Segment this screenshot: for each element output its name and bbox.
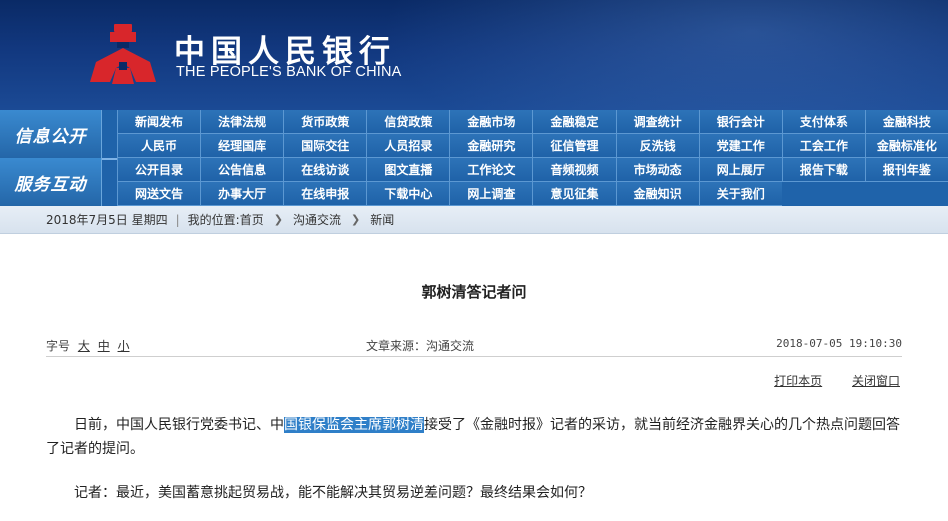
breadcrumb-home-link[interactable]: 首页 — [240, 211, 264, 228]
site-header: 中国人民银行 THE PEOPLE'S BANK OF CHINA — [0, 0, 948, 110]
article-meta: 字号 大 中 小 文章来源：沟通交流 2018-07-05 19:10:30 — [46, 331, 902, 357]
nav-item-group1-14[interactable]: 金融研究 — [449, 134, 533, 158]
nav-item-group2-6[interactable]: 市场动态 — [615, 158, 699, 182]
brand-name-en: THE PEOPLE'S BANK OF CHINA — [176, 64, 402, 80]
font-size-controls: 字号 大 中 小 — [46, 337, 130, 354]
selected-text-highlight: 国银保监会主席郭树清 — [284, 417, 424, 433]
nav-item-group1-9[interactable]: 金融科技 — [864, 110, 948, 134]
nav-item-group1-6[interactable]: 调查统计 — [615, 110, 699, 134]
font-size-small-link[interactable]: 小 — [118, 339, 130, 353]
print-page-link[interactable]: 打印本页 — [774, 374, 822, 388]
chevron-right-icon: ❯ — [273, 213, 283, 226]
chevron-right-icon: ❯ — [350, 213, 361, 226]
nav-group-title-info: 信息公开 — [0, 110, 102, 158]
nav-item-group1-16[interactable]: 反洗钱 — [615, 134, 699, 158]
breadcrumb-communication-link[interactable]: 沟通交流 — [293, 211, 341, 228]
nav-item-group1-18[interactable]: 工会工作 — [781, 134, 865, 158]
nav-item-group1-13[interactable]: 人员招录 — [366, 134, 450, 158]
nav-item-group1-4[interactable]: 金融市场 — [449, 110, 533, 134]
nav-item-group2-7[interactable]: 网上展厅 — [698, 158, 782, 182]
nav-item-group1-19[interactable]: 金融标准化 — [864, 134, 948, 158]
nav-group-title-service: 服务互动 — [0, 158, 102, 206]
breadcrumb: 2018年7月5日 星期四 | 我的位置: 首页 ❯ 沟通交流 ❯ 新闻 — [0, 206, 948, 234]
article-datetime: 2018-07-05 19:10:30 — [776, 337, 902, 350]
nav-item-group2-0[interactable]: 公开目录 — [117, 158, 201, 182]
nav-item-group2-13[interactable]: 下载中心 — [366, 182, 450, 206]
nav-item-group2-17[interactable]: 关于我们 — [698, 182, 782, 206]
font-size-label: 字号 — [46, 339, 71, 353]
nav-item-group1-17[interactable]: 党建工作 — [698, 134, 782, 158]
nav-item-group1-0[interactable]: 新闻发布 — [117, 110, 201, 134]
article-paragraph: 日前，中国人民银行党委书记、中国银保监会主席郭树清接受了《金融时报》记者的采访，… — [46, 413, 906, 461]
nav-item-group1-1[interactable]: 法律法规 — [200, 110, 284, 134]
spacer — [0, 234, 948, 250]
nav-item-group2-15[interactable]: 意见征集 — [532, 182, 616, 206]
nav-item-group2-14[interactable]: 网上调查 — [449, 182, 533, 206]
breadcrumb-news-link[interactable]: 新闻 — [370, 211, 394, 228]
nav-item-group2-1[interactable]: 公告信息 — [200, 158, 284, 182]
nav-item-group2-4[interactable]: 工作论文 — [449, 158, 533, 182]
nav-item-group2-2[interactable]: 在线访谈 — [283, 158, 367, 182]
separator: | — [175, 212, 180, 227]
current-date: 2018年7月5日 星期四 — [46, 213, 168, 227]
nav-item-group1-15[interactable]: 征信管理 — [532, 134, 616, 158]
font-size-large-link[interactable]: 大 — [78, 339, 90, 353]
nav-item-group2-9[interactable]: 报刊年鉴 — [864, 158, 948, 182]
location-label: 我的位置: — [187, 213, 240, 227]
nav-item-group1-5[interactable]: 金融稳定 — [532, 110, 616, 134]
nav-group-service: 服务互动 公开目录 公告信息 在线访谈 图文直播 工作论文 音频视频 市场动态 网上展厅 报告下… — [0, 158, 948, 206]
nav-item-group1-11[interactable]: 经理国库 — [200, 134, 284, 158]
pboc-logo-icon[interactable] — [86, 22, 160, 90]
font-size-medium-link[interactable]: 中 — [98, 339, 110, 353]
nav-item-group1-10[interactable]: 人民币 — [117, 134, 201, 158]
nav-item-group2-8[interactable]: 报告下载 — [781, 158, 865, 182]
paragraph-text: 日前，中国人民银行党委书记、中 — [74, 417, 284, 433]
nav-grid-info: 新闻发布 法律法规 货币政策 信贷政策 金融市场 金融稳定 调查统计 银行会计 支付体系 金融科技… — [117, 110, 948, 158]
nav-item-group1-3[interactable]: 信贷政策 — [366, 110, 450, 134]
nav-item-group2-11[interactable]: 办事大厅 — [200, 182, 284, 206]
article-source: 文章来源：沟通交流 — [366, 339, 475, 353]
nav-item-group2-5[interactable]: 音频视频 — [532, 158, 616, 182]
article-actions: 打印本页 关闭窗口 — [748, 372, 900, 389]
nav-item-group2-3[interactable]: 图文直播 — [366, 158, 450, 182]
nav-item-group2-10[interactable]: 网送文告 — [117, 182, 201, 206]
nav-item-group1-12[interactable]: 国际交往 — [283, 134, 367, 158]
main-navigation: 信息公开 新闻发布 法律法规 货币政策 信贷政策 金融市场 金融稳定 调查统计 银行会计 支付体… — [0, 110, 948, 206]
article-title: 郭树清答记者问 — [421, 283, 527, 301]
nav-item-group2-16[interactable]: 金融知识 — [615, 182, 699, 206]
close-window-link[interactable]: 关闭窗口 — [852, 374, 900, 388]
nav-item-group1-8[interactable]: 支付体系 — [781, 110, 865, 134]
header-decoration — [380, 0, 948, 110]
nav-item-group2-12[interactable]: 在线申报 — [283, 182, 367, 206]
nav-group-info: 信息公开 新闻发布 法律法规 货币政策 信贷政策 金融市场 金融稳定 调查统计 银行会计 支付体… — [0, 110, 948, 158]
article-paragraph: 记者：最近，美国蓄意挑起贸易战，能不能解决其贸易逆差问题？最终结果会如何？ — [74, 485, 592, 501]
nav-item-group1-7[interactable]: 银行会计 — [698, 110, 782, 134]
nav-item-group1-2[interactable]: 货币政策 — [283, 110, 367, 134]
nav-grid-service: 公开目录 公告信息 在线访谈 图文直播 工作论文 音频视频 市场动态 网上展厅 报告下载 报刊年鉴… — [117, 158, 948, 206]
